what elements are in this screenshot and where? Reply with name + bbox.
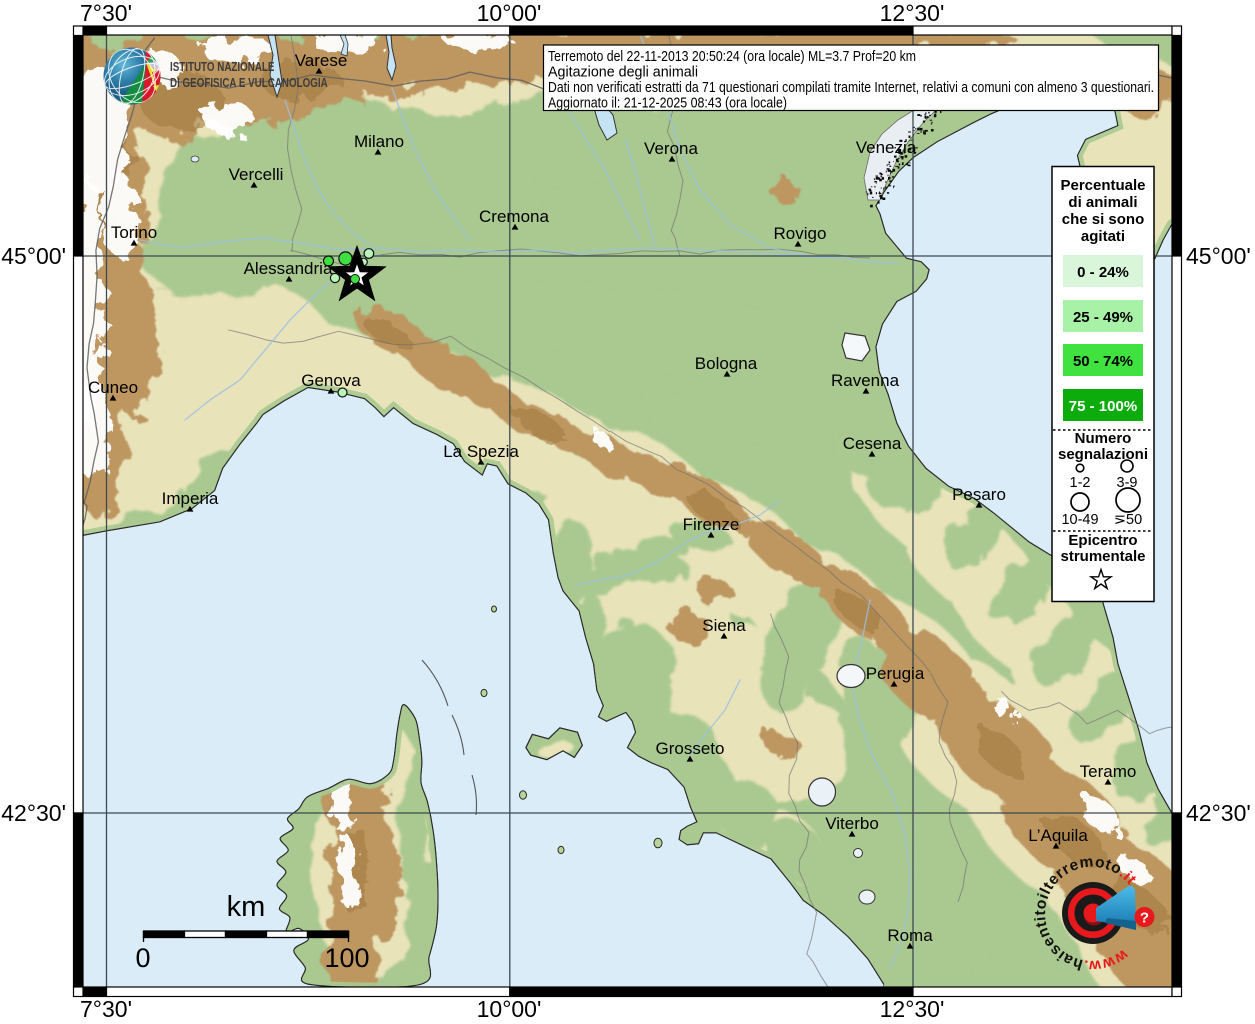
svg-text:Numero: Numero [1075,430,1132,447]
svg-text:agitati: agitati [1081,228,1125,245]
svg-text:75 - 100%: 75 - 100% [1069,398,1137,415]
svg-text:Firenze: Firenze [683,515,740,534]
svg-text:Dati non verificati estratti d: Dati non verificati estratti da 71 quest… [548,80,1154,96]
svg-text:42°30': 42°30' [1186,800,1251,826]
svg-text:Vercelli: Vercelli [229,165,284,184]
svg-text:Siena: Siena [702,616,746,635]
svg-text:7°30': 7°30' [80,996,132,1022]
svg-text:ISTITUTO NAZIONALE: ISTITUTO NAZIONALE [170,61,275,74]
svg-text:Agitazione degli animali: Agitazione degli animali [548,65,698,81]
svg-text:che si sono: che si sono [1062,211,1145,228]
svg-text:DI GEOFISICA E VULCANOLOGIA: DI GEOFISICA E VULCANOLOGIA [170,77,328,90]
svg-text:10-49: 10-49 [1061,512,1098,528]
svg-text:Varese: Varese [295,51,348,70]
svg-text:0 - 24%: 0 - 24% [1077,264,1129,281]
svg-text:Verona: Verona [644,139,698,158]
svg-text:Imperia: Imperia [162,489,219,508]
svg-text:10°00': 10°00' [477,0,542,26]
svg-text:Viterbo: Viterbo [825,814,879,833]
svg-text:Roma: Roma [887,926,933,945]
svg-text:Cesena: Cesena [843,434,902,453]
svg-text:Alessandria: Alessandria [244,259,333,278]
svg-text:10°00': 10°00' [477,996,542,1022]
svg-text:12°30': 12°30' [880,996,945,1022]
svg-text:Venezia: Venezia [856,138,917,157]
svg-text:Torino: Torino [111,223,157,242]
svg-text:⋝50: ⋝50 [1114,512,1142,528]
svg-text:Bologna: Bologna [695,354,758,373]
svg-text:La Spezia: La Spezia [443,442,519,461]
svg-text:Perugia: Perugia [866,664,925,683]
svg-text:km: km [227,891,266,923]
svg-text:1-2: 1-2 [1070,475,1091,491]
svg-text:100: 100 [324,943,369,973]
svg-text:Ravenna: Ravenna [831,371,900,390]
svg-text:0: 0 [135,943,150,973]
svg-text:Rovigo: Rovigo [774,224,827,243]
svg-text:7°30': 7°30' [80,0,132,26]
svg-text:Epicentro: Epicentro [1068,532,1137,549]
svg-text:Terremoto del 22-11-2013 20:50: Terremoto del 22-11-2013 20:50:24 (ora l… [548,49,916,65]
svg-text:Genova: Genova [301,371,361,390]
svg-text:12°30': 12°30' [880,0,945,26]
svg-text:?: ? [1140,910,1149,927]
svg-text:Pesaro: Pesaro [952,485,1006,504]
svg-text:45°00': 45°00' [1186,243,1251,269]
svg-text:50 - 74%: 50 - 74% [1073,353,1133,370]
svg-text:Cremona: Cremona [479,207,549,226]
svg-text:strumentale: strumentale [1060,548,1145,565]
svg-text:Percentuale: Percentuale [1060,177,1145,194]
svg-text:di animali: di animali [1068,194,1137,211]
svg-text:Milano: Milano [354,132,404,151]
svg-text:45°00': 45°00' [1,243,66,269]
svg-text:Aggiornato il: 21-12-2025 08:4: Aggiornato il: 21-12-2025 08:43 (ora loc… [548,96,787,112]
svg-text:42°30': 42°30' [1,800,66,826]
svg-text:L’Aquila: L’Aquila [1028,826,1088,845]
svg-text:Cuneo: Cuneo [88,378,138,397]
svg-text:Grosseto: Grosseto [656,739,725,758]
svg-text:25 - 49%: 25 - 49% [1073,309,1133,326]
svg-text:Teramo: Teramo [1080,762,1137,781]
svg-text:segnalazioni: segnalazioni [1058,446,1148,463]
